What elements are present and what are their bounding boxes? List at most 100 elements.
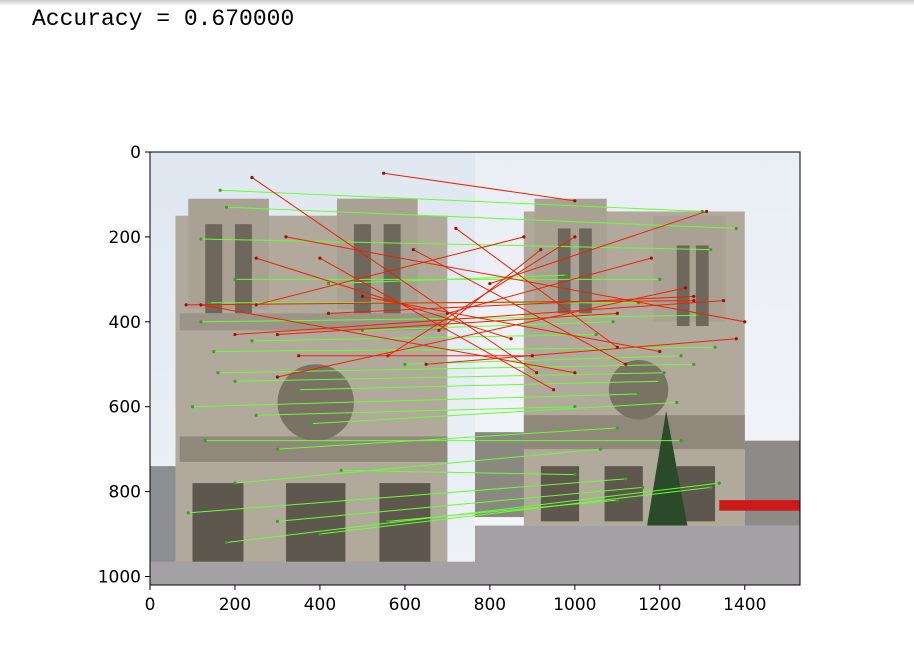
red-crane xyxy=(719,500,800,511)
left-tower-window xyxy=(234,224,252,314)
correct-match-line-endpoint xyxy=(624,477,628,481)
incorrect-match-line-endpoint xyxy=(615,345,619,349)
y-tick-label: 600 xyxy=(109,398,141,418)
correct-match-line-endpoint xyxy=(216,371,220,375)
incorrect-match-line-endpoint xyxy=(437,328,441,332)
left-tower-window xyxy=(353,224,371,314)
correct-match-line-endpoint xyxy=(696,313,700,318)
match-visualization-chart: 0 200 400 600 800 1000 1200 1400 0 200 400 600 800 1… xyxy=(98,143,801,615)
y-tick-label: 1000 xyxy=(98,568,141,588)
left-portal xyxy=(192,483,244,569)
incorrect-match-line-endpoint xyxy=(573,371,577,375)
incorrect-match-line-endpoint xyxy=(424,362,428,366)
x-tick-label: 400 xyxy=(304,595,336,615)
correct-match-line-endpoint xyxy=(692,362,696,366)
correct-match-line-endpoint xyxy=(679,439,683,443)
incorrect-match-line-endpoint xyxy=(411,248,415,252)
correct-match-line-endpoint xyxy=(573,473,577,477)
incorrect-match-line-endpoint xyxy=(692,298,696,303)
incorrect-match-line-endpoint xyxy=(318,256,322,260)
incorrect-match-line-endpoint xyxy=(658,349,662,354)
correct-match-line-endpoint xyxy=(224,205,229,209)
x-tick-label: 1200 xyxy=(638,595,681,615)
correct-match-line-endpoint xyxy=(662,371,666,375)
incorrect-match-line-endpoint xyxy=(551,388,556,392)
left-north-tower xyxy=(188,198,269,310)
incorrect-match-line-endpoint xyxy=(649,256,653,260)
correct-match-line-endpoint xyxy=(386,519,390,523)
correct-match-line-endpoint xyxy=(717,481,721,485)
correct-match-line-endpoint xyxy=(679,354,683,358)
correct-match-line-endpoint xyxy=(275,519,280,523)
incorrect-match-line-endpoint xyxy=(454,226,458,231)
incorrect-match-line-endpoint xyxy=(275,375,280,379)
correct-match-line-endpoint xyxy=(339,468,343,472)
incorrect-match-line-endpoint xyxy=(250,175,254,180)
incorrect-match-line-endpoint xyxy=(704,209,709,214)
left-portal xyxy=(285,483,346,569)
correct-match-line-endpoint xyxy=(675,400,679,405)
correct-match-line-endpoint xyxy=(203,439,207,443)
correct-match-line-endpoint xyxy=(598,447,602,451)
correct-match-line-endpoint xyxy=(611,320,615,324)
incorrect-match-line-endpoint xyxy=(199,303,203,307)
x-tick-label: 600 xyxy=(389,595,421,615)
x-tick-label: 1400 xyxy=(723,595,766,615)
right-rose-window xyxy=(608,359,669,420)
correct-match-line-endpoint xyxy=(403,362,407,366)
correct-match-line-endpoint xyxy=(186,511,190,515)
incorrect-match-line-endpoint xyxy=(360,294,365,298)
incorrect-match-line-endpoint xyxy=(233,332,237,337)
incorrect-match-line-endpoint xyxy=(488,281,492,286)
correct-match-line-endpoint xyxy=(658,277,662,281)
correct-match-line-endpoint xyxy=(564,273,568,277)
correct-match-line-endpoint xyxy=(233,481,237,485)
correct-match-line-endpoint xyxy=(250,339,254,343)
correct-match-line-endpoint xyxy=(636,392,641,396)
correct-match-line-endpoint xyxy=(254,413,258,417)
x-tick-label: 0 xyxy=(145,595,156,615)
incorrect-match-line-endpoint xyxy=(683,286,687,290)
incorrect-match-line-endpoint xyxy=(615,311,619,315)
correct-match-line-endpoint xyxy=(224,540,229,545)
correct-match-line-endpoint xyxy=(318,532,322,536)
incorrect-match-line-endpoint xyxy=(297,354,301,358)
correct-match-line-endpoint xyxy=(212,349,216,354)
correct-match-line-endpoint xyxy=(190,405,195,409)
incorrect-match-line-endpoint xyxy=(573,235,577,239)
incorrect-match-line-endpoint xyxy=(275,332,280,337)
correct-match-line-endpoint xyxy=(734,226,738,231)
x-axis: 0 200 400 600 800 1000 1200 1400 xyxy=(145,585,766,615)
right-tower-window xyxy=(579,228,592,314)
incorrect-match-line-endpoint xyxy=(734,337,738,341)
correct-match-line-endpoint xyxy=(233,379,237,383)
right-side-building xyxy=(744,440,800,526)
correct-match-line-endpoint xyxy=(713,345,717,349)
y-tick-label: 0 xyxy=(130,143,141,163)
right-portal xyxy=(604,466,643,522)
correct-match-line-endpoint xyxy=(199,237,203,241)
incorrect-match-line-endpoint xyxy=(254,303,258,307)
left-plaza xyxy=(150,561,475,585)
correct-match-line-endpoint xyxy=(641,485,645,489)
correct-match-line-endpoint xyxy=(709,485,713,489)
correct-match-line-endpoint xyxy=(326,281,331,286)
correct-match-line-endpoint xyxy=(615,426,619,430)
incorrect-match-line-endpoint xyxy=(326,311,331,315)
correct-match-line-endpoint xyxy=(309,422,314,426)
incorrect-match-line-endpoint xyxy=(535,371,539,375)
incorrect-match-line-endpoint xyxy=(743,320,747,324)
incorrect-match-line-endpoint xyxy=(382,171,386,175)
correct-match-line-endpoint xyxy=(658,379,662,383)
y-tick-label: 200 xyxy=(109,228,141,248)
incorrect-match-line-endpoint xyxy=(573,199,577,203)
correct-match-line-endpoint xyxy=(709,248,713,252)
correct-match-line-endpoint xyxy=(275,447,280,451)
incorrect-match-line-endpoint xyxy=(284,235,288,239)
correct-match-line-endpoint xyxy=(615,498,619,502)
incorrect-match-line-endpoint xyxy=(721,298,726,303)
incorrect-match-line-endpoint xyxy=(522,235,526,239)
y-axis: 0 200 400 600 800 1000 xyxy=(98,143,150,588)
incorrect-match-line-endpoint xyxy=(692,294,696,298)
incorrect-match-line-endpoint xyxy=(184,303,188,307)
